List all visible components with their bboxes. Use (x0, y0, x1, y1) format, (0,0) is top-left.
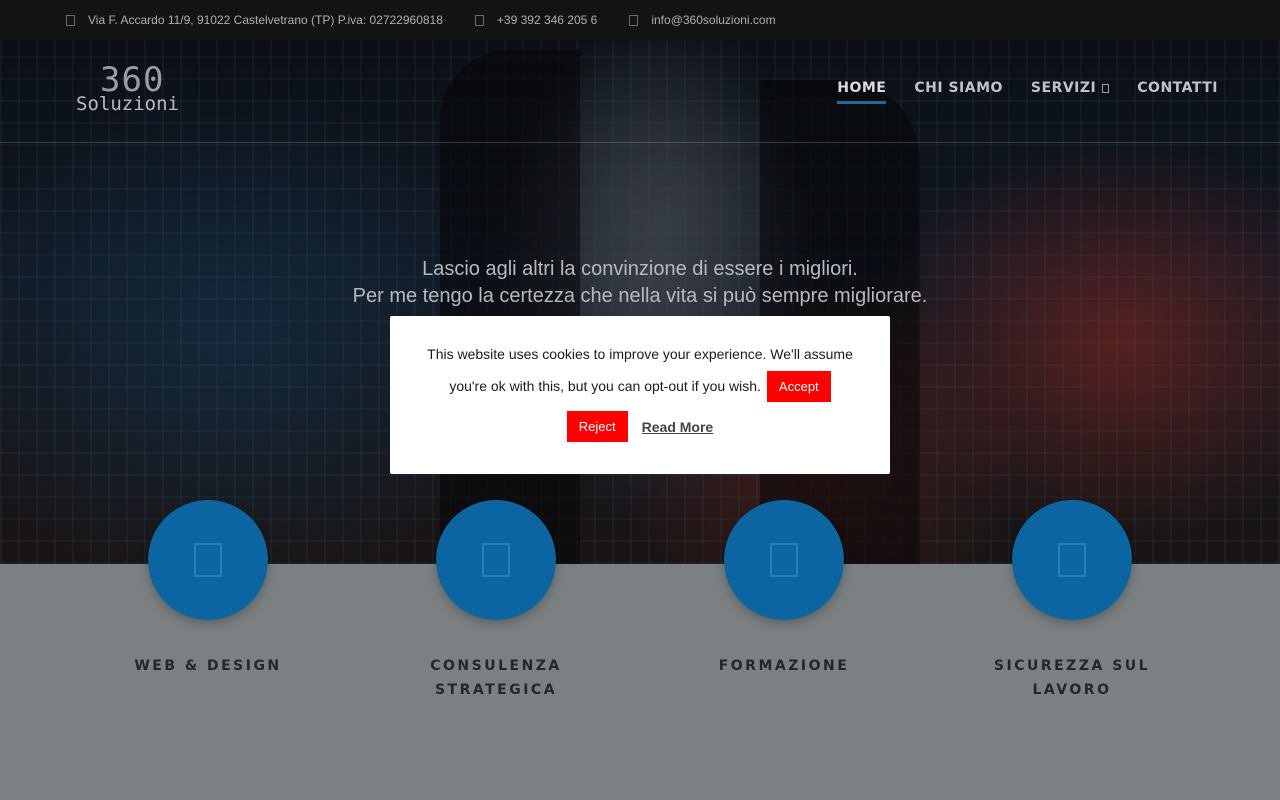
service-title: WEB & DESIGN (88, 654, 328, 678)
chevron-down-icon (1102, 83, 1110, 93)
header-divider (0, 142, 1280, 143)
training-icon (770, 543, 798, 577)
top-info-bar: Via F. Accardo 11/9, 91022 Castelvetrano… (0, 0, 1280, 40)
quote-line-2: Per me tengo la certezza che nella vita … (352, 285, 928, 307)
nav-home-label: HOME (837, 80, 887, 96)
service-title-text: WEB & DESIGN (134, 658, 282, 674)
email-item[interactable]: info@360soluzioni.com (629, 13, 776, 27)
service-title: SICUREZZA SUL LAVORO (952, 654, 1192, 702)
accept-button[interactable]: Accept (766, 370, 831, 402)
service-title-line-1: CONSULENZA (430, 658, 562, 674)
service-sicurezza[interactable]: SICUREZZA SUL LAVORO (952, 500, 1192, 702)
nav-chi-siamo-label: CHI SIAMO (914, 80, 1003, 96)
service-formazione[interactable]: FORMAZIONE (664, 500, 904, 678)
email-link[interactable]: info@360soluzioni.com (651, 13, 775, 27)
safety-icon (1058, 543, 1086, 577)
cookie-actions-row: Reject Read More (406, 411, 874, 442)
nav-servizi[interactable]: SERVIZI (1030, 80, 1110, 104)
main-nav: HOME CHI SIAMO SERVIZI CONTATTI (809, 80, 1218, 104)
nav-servizi-label: SERVIZI (1030, 80, 1097, 96)
phone-item[interactable]: +39 392 346 205 6 (474, 13, 597, 27)
quote-line-1: Lascio agli altri la convinzione di esse… (422, 258, 858, 280)
nav-chi-siamo[interactable]: CHI SIAMO (914, 80, 1003, 104)
cookie-consent-dialog: This website uses cookies to improve you… (390, 316, 890, 474)
consulting-icon (482, 543, 510, 577)
service-circle[interactable] (1012, 500, 1132, 620)
service-title: CONSULENZA STRATEGICA (376, 654, 616, 702)
service-title-line-1: SICUREZZA SUL (993, 658, 1151, 674)
phone-icon (474, 14, 484, 26)
map-marker-icon (66, 14, 75, 26)
service-title: FORMAZIONE (664, 654, 904, 678)
service-title-line-2: STRATEGICA (434, 682, 558, 698)
phone-text[interactable]: +39 392 346 205 6 (497, 13, 597, 27)
address-item: Via F. Accardo 11/9, 91022 Castelvetrano… (66, 13, 443, 27)
service-web-design[interactable]: WEB & DESIGN (88, 500, 328, 678)
web-design-icon (194, 543, 222, 577)
cookie-text-line-1: This website uses cookies to improve you… (427, 346, 853, 362)
service-consulenza[interactable]: CONSULENZA STRATEGICA (376, 500, 616, 702)
read-more-link[interactable]: Read More (642, 419, 714, 435)
service-circle[interactable] (724, 500, 844, 620)
nav-home[interactable]: HOME (837, 80, 887, 104)
reject-button[interactable]: Reject (566, 411, 628, 442)
envelope-icon (629, 14, 639, 26)
logo-word: Soluzioni (76, 93, 179, 115)
nav-contatti-label: CONTATTI (1137, 80, 1218, 96)
service-circle[interactable] (148, 500, 268, 620)
site-logo[interactable]: 360 Soluzioni (76, 62, 216, 122)
cookie-text-row: you're ok with this, but you can opt-out… (406, 370, 874, 402)
cookie-text-line-2: you're ok with this, but you can opt-out… (449, 378, 761, 394)
service-title-text: FORMAZIONE (718, 658, 850, 674)
service-circle[interactable] (436, 500, 556, 620)
address-text: Via F. Accardo 11/9, 91022 Castelvetrano… (88, 13, 443, 27)
nav-contatti[interactable]: CONTATTI (1137, 80, 1218, 104)
service-title-line-2: LAVORO (1032, 682, 1112, 698)
hero-quote: Lascio agli altri la convinzione di esse… (0, 256, 1280, 310)
